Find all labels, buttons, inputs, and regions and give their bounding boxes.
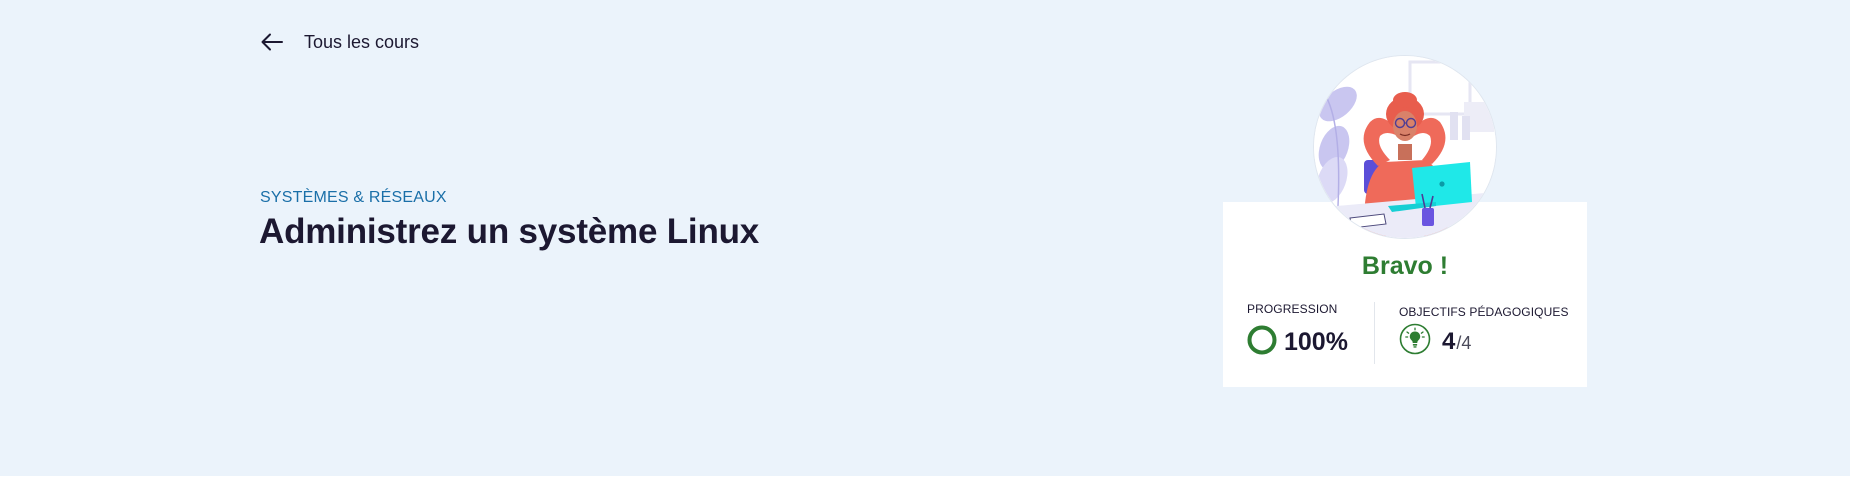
objectives-completed: 4 [1442,327,1456,355]
stat-divider [1374,302,1375,364]
objectives-label: OBJECTIFS PÉDAGOGIQUES [1399,305,1569,319]
congrats-message: Bravo ! [1361,252,1449,280]
progress-label: PROGRESSION [1247,302,1338,316]
progress-stat: PROGRESSION 100% [1247,302,1348,360]
back-to-courses-link[interactable]: Tous les cours [258,28,419,56]
celebration-illustration [1314,56,1496,238]
course-hero: Tous les cours SYSTÈMES & RÉSEAUX Admini… [0,0,1850,476]
objectives-total: /4 [1456,333,1472,353]
back-link-label: Tous les cours [304,31,420,52]
objectives-stat: OBJECTIFS PÉDAGOGIQUES 4 /4 [1399,302,1569,360]
course-title: Administrez un système Linux [259,212,760,251]
lightbulb-icon [1399,323,1431,360]
progress-value: 100% [1284,328,1348,356]
progress-ring-icon [1247,325,1277,360]
arrow-left-icon [258,28,286,56]
course-category: SYSTÈMES & RÉSEAUX [260,189,447,206]
